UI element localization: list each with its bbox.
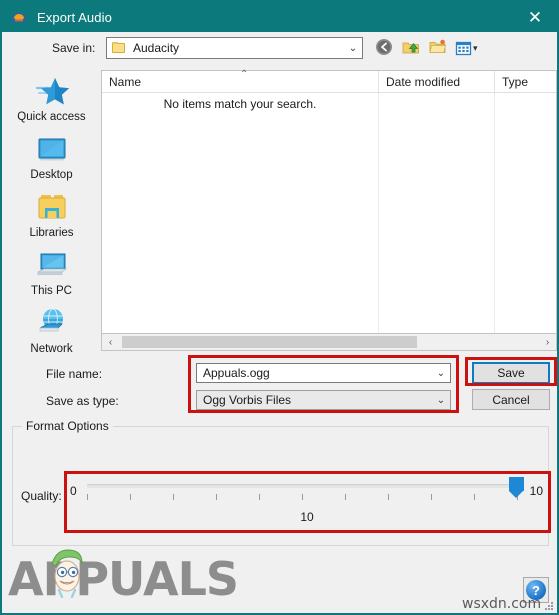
scroll-left-icon[interactable]: ‹ [102,334,119,350]
views-caret-icon[interactable]: ▾ [473,43,478,54]
save-as-type-value: Ogg Vorbis Files [203,393,292,407]
slider-min-label: 0 [70,484,77,498]
slider-tick [130,494,131,500]
file-name-input[interactable]: Appuals.ogg ⌄ [196,363,451,383]
column-divider [378,93,379,333]
sidebar-item-libraries[interactable]: Libraries [4,190,99,239]
appuals-mascot-icon [46,546,88,599]
sidebar-item-label: Quick access [17,111,86,123]
empty-list-message: No items match your search. [163,97,317,111]
sidebar-item-label: This PC [31,285,72,297]
up-one-level-icon[interactable] [401,37,425,59]
scrollbar-thumb[interactable] [122,336,417,348]
save-in-bar: Save in: Audacity ⌄ ▾ [2,32,557,66]
views-icon[interactable]: ▾ [455,37,479,59]
close-icon[interactable]: ✕ [513,2,557,32]
save-in-value: Audacity [133,41,180,55]
file-list-view[interactable]: Name ⌃ Date modified Type No items match… [101,69,557,334]
slider-tick [474,494,475,500]
new-folder-icon[interactable] [428,37,452,59]
quality-label: Quality: [21,489,62,503]
desktop-monitor-icon [31,132,73,168]
horizontal-scrollbar[interactable]: ‹ › [101,334,557,351]
column-header-label: Type [502,74,529,89]
column-divider [494,93,495,333]
sidebar-item-label: Desktop [30,169,73,181]
slider-tick [431,494,432,500]
slider-thumb[interactable] [509,477,524,498]
slider-ticks [87,494,518,501]
sidebar-item-desktop[interactable]: Desktop [4,132,99,181]
sidebar-item-label: Libraries [29,227,74,239]
column-header-name[interactable]: Name ⌃ [102,69,378,92]
libraries-folder-icon [31,190,73,226]
sidebar-item-this-pc[interactable]: This PC [4,248,99,297]
chevron-down-icon[interactable]: ⌄ [432,395,450,406]
save-button[interactable]: Save [472,362,550,384]
slider-tick [259,494,260,500]
chevron-down-icon[interactable]: ⌄ [344,43,362,54]
save-in-label: Save in: [52,41,96,55]
file-dialog-toolbar: ▾ [374,36,482,60]
places-sidebar: Quick access Desktop Libraries This PC N… [4,68,99,355]
site-watermark-text: wsxdn.com [462,596,542,612]
file-name-form: File name: Save as type: Appuals.ogg ⌄ O… [2,354,557,414]
scroll-right-icon[interactable]: › [539,334,556,350]
save-as-type-dropdown[interactable]: Ogg Vorbis Files ⌄ [196,390,451,410]
slider-tick [87,494,88,500]
watermark-text: APPUALS [8,552,239,606]
window-title: Export Audio [37,9,112,25]
this-pc-icon [31,248,73,284]
slider-tick [345,494,346,500]
save-in-dropdown[interactable]: Audacity ⌄ [106,37,363,59]
resize-grip[interactable] [543,600,553,610]
format-options-legend: Format Options [22,419,113,433]
audacity-headphones-icon [10,8,28,26]
sidebar-item-network[interactable]: Network [4,306,99,355]
appuals-watermark: APPUALS [8,546,239,610]
save-as-type-label: Save as type: [46,394,119,408]
slider-tick [216,494,217,500]
slider-tick [388,494,389,500]
back-icon[interactable] [374,37,398,59]
column-header-date-modified[interactable]: Date modified [378,71,494,92]
slider-track[interactable] [87,484,517,488]
title-bar: Export Audio ✕ [2,2,557,32]
column-header-row: Name ⌃ Date modified Type [102,69,556,93]
slider-tick [302,494,303,500]
network-globe-icon [31,306,73,342]
sort-ascending-icon: ⌃ [240,69,249,80]
folder-icon [112,42,126,54]
file-name-value: Appuals.ogg [203,366,270,380]
sidebar-item-quick-access[interactable]: Quick access [4,74,99,123]
slider-max-label: 10 [529,484,543,498]
column-header-type[interactable]: Type [494,71,556,92]
chevron-down-icon[interactable]: ⌄ [432,368,450,379]
column-header-label: Name [109,74,142,89]
quick-access-star-icon [31,74,73,110]
file-name-label: File name: [46,367,103,381]
export-audio-dialog: Export Audio ✕ Save in: Audacity ⌄ ▾ Qui… [0,0,559,615]
column-header-label: Date modified [386,74,461,89]
slider-value-label: 10 [300,510,314,524]
slider-tick [173,494,174,500]
quality-slider[interactable]: 0 10 10 [65,472,549,534]
cancel-button[interactable]: Cancel [472,389,550,410]
